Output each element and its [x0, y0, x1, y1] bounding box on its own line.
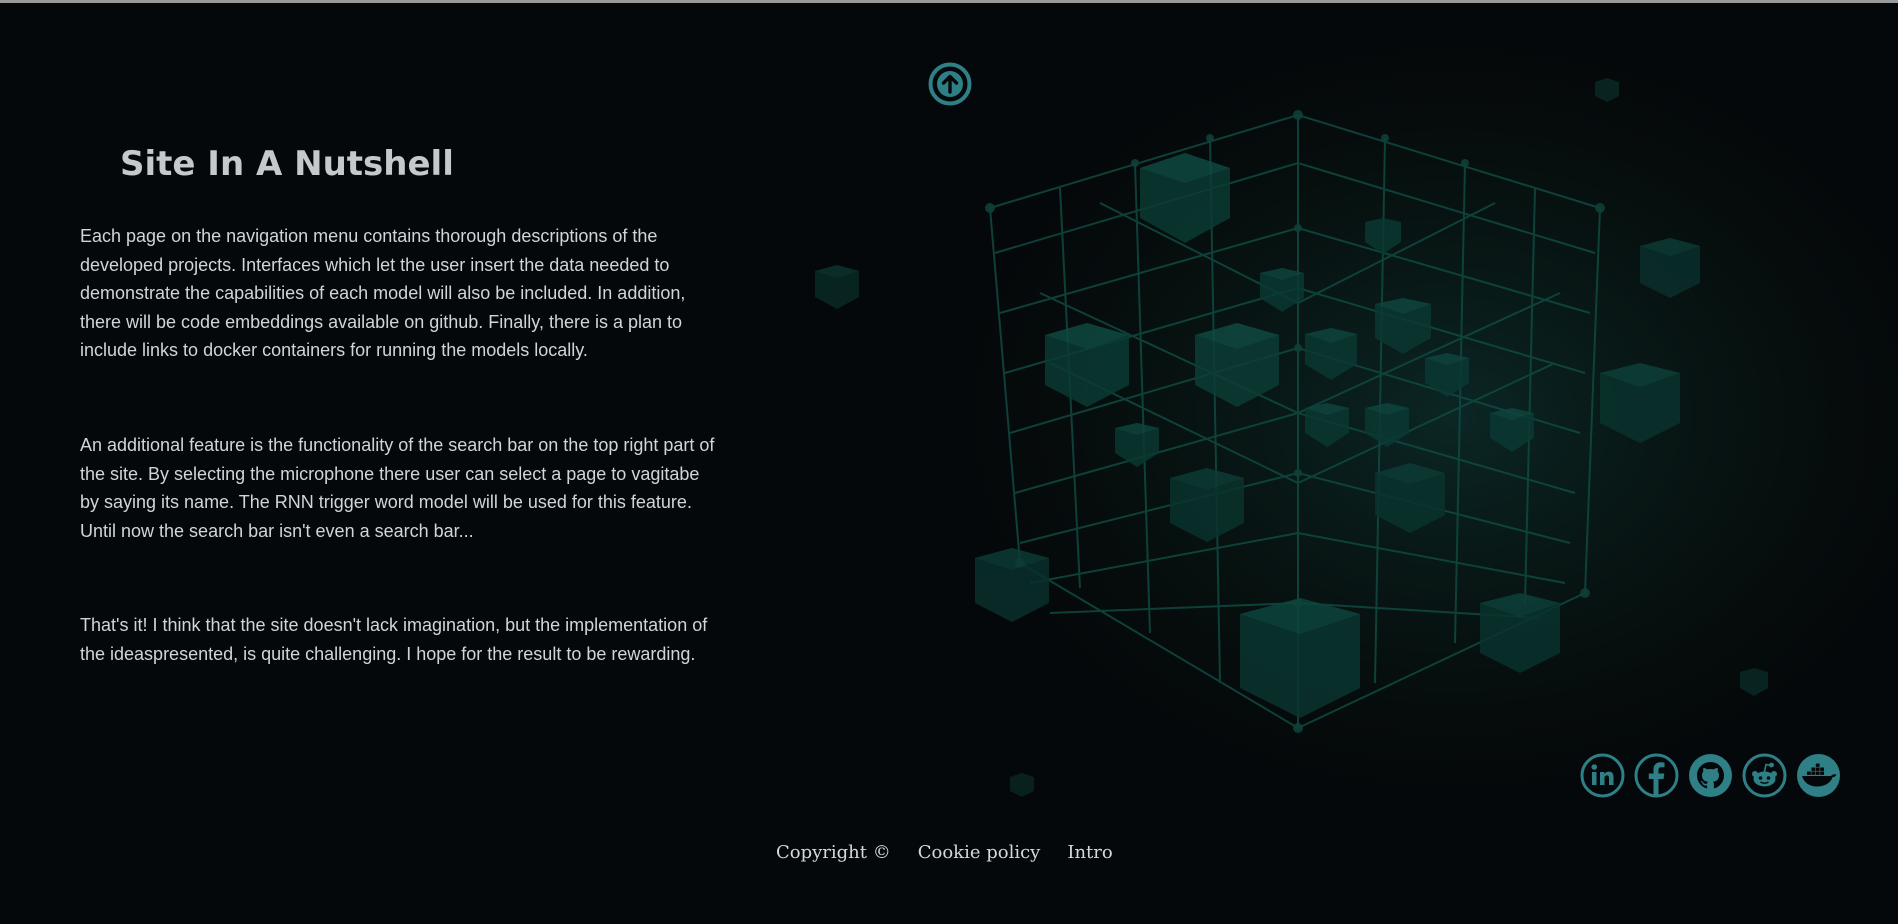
facebook-icon [1634, 753, 1679, 798]
paragraph-navigation: Each page on the navigation menu contain… [80, 226, 686, 360]
cookie-policy-link[interactable]: Cookie policy [918, 842, 1041, 863]
copyright-text: Copyright © [776, 842, 891, 863]
docker-link[interactable] [1796, 753, 1841, 798]
footer: Copyright © Cookie policy Intro [776, 842, 1113, 863]
linkedin-icon [1580, 753, 1625, 798]
paragraph-search-bar: An additional feature is the functionali… [80, 435, 715, 541]
reddit-icon [1742, 753, 1787, 798]
page-title: Site In A Nutshell [120, 144, 454, 184]
facebook-link[interactable] [1634, 753, 1679, 798]
reddit-link[interactable] [1742, 753, 1787, 798]
scroll-to-top-button[interactable] [928, 62, 972, 106]
social-links [1580, 753, 1841, 799]
arrow-up-circle-icon [928, 62, 972, 106]
github-icon [1689, 754, 1732, 797]
paragraph-conclusion: That's it! I think that the site doesn't… [80, 615, 708, 664]
linkedin-link[interactable] [1580, 753, 1625, 798]
docker-icon [1797, 754, 1840, 797]
intro-link[interactable]: Intro [1067, 842, 1112, 863]
content-section: Site In A Nutshell Each page on the navi… [80, 140, 720, 664]
github-link[interactable] [1688, 753, 1733, 798]
